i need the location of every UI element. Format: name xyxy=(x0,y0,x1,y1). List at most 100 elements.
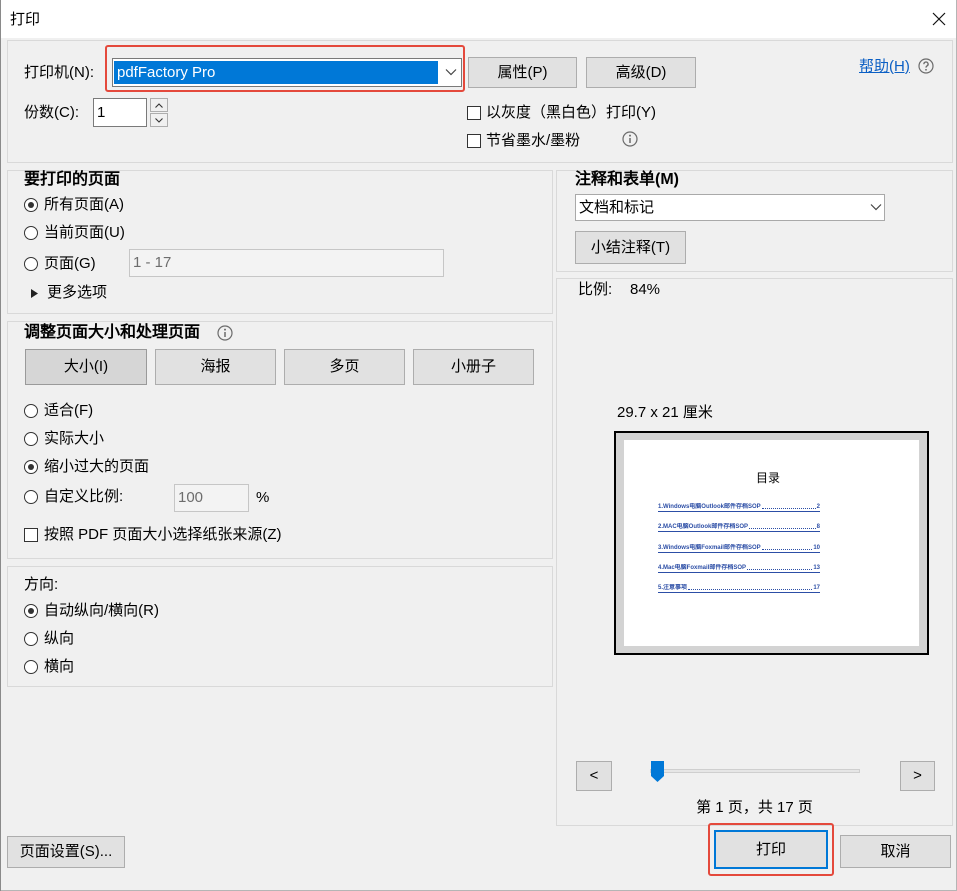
all-pages-label: 所有页面(A) xyxy=(44,196,124,213)
copies-increment-button[interactable] xyxy=(150,98,168,112)
copies-label: 份数(C): xyxy=(24,104,79,121)
toc-entry: 2.MAC电脑Outlook邮件存档SOP 8 xyxy=(658,523,820,532)
toc-entry: 1.Windows电脑Outlook邮件存档SOP 2 xyxy=(658,503,820,512)
toc-leader xyxy=(747,569,813,570)
advanced-button[interactable]: 高级(D) xyxy=(586,57,696,88)
shrink-oversized-option[interactable]: 缩小过大的页面 xyxy=(24,457,149,477)
copies-spinner xyxy=(150,98,168,127)
landscape-option[interactable]: 横向 xyxy=(24,657,74,677)
fit-label: 适合(F) xyxy=(44,402,94,419)
all-pages-option[interactable]: 所有页面(A) xyxy=(24,195,124,215)
orientation-panel: 方向: 自动纵向/横向(R) 纵向 横向 xyxy=(7,566,553,687)
all-pages-radio[interactable] xyxy=(24,198,38,212)
fit-option[interactable]: 适合(F) xyxy=(24,401,93,421)
page-range-radio[interactable] xyxy=(24,257,38,271)
booklet-tab-button[interactable]: 小册子 xyxy=(413,349,534,385)
comments-forms-panel: 注释和表单(M) 文档和标记 小结注释(T) xyxy=(556,170,953,272)
close-button[interactable] xyxy=(920,0,957,38)
copies-input[interactable]: 1 xyxy=(93,98,147,127)
close-icon xyxy=(932,12,946,26)
chevron-down-icon xyxy=(870,204,882,211)
portrait-option[interactable]: 纵向 xyxy=(24,629,74,649)
toc-entry-title: 1.Windows电脑Outlook邮件存档SOP xyxy=(658,504,761,510)
current-page-radio[interactable] xyxy=(24,226,38,240)
toc-leader xyxy=(761,508,816,509)
page-range-option[interactable]: 页面(G) xyxy=(24,254,96,274)
current-page-label: 当前页面(U) xyxy=(44,224,125,241)
toc-leader xyxy=(749,528,816,529)
page-setup-button[interactable]: 页面设置(S)... xyxy=(7,836,125,868)
triangle-right-icon xyxy=(31,288,38,298)
info-icon[interactable] xyxy=(622,131,638,147)
paper-size: 29.7 x 21 厘米 xyxy=(617,404,713,421)
cancel-button[interactable]: 取消 xyxy=(840,835,951,868)
preview-heading: 目录 xyxy=(756,471,781,485)
next-page-button[interactable]: > xyxy=(900,761,935,791)
highlight-box-printer xyxy=(105,45,465,92)
actual-size-option[interactable]: 实际大小 xyxy=(24,429,104,449)
comments-forms-select[interactable]: 文档和标记 xyxy=(575,194,885,221)
title-bar: 打印 xyxy=(1,0,956,38)
multiple-tab-button[interactable]: 多页 xyxy=(284,349,405,385)
grayscale-checkbox[interactable] xyxy=(467,106,481,120)
auto-orientation-radio[interactable] xyxy=(24,604,38,618)
poster-tab-button[interactable]: 海报 xyxy=(155,349,276,385)
spin-down-icon xyxy=(155,117,163,123)
grayscale-label: 以灰度（黑白色）打印(Y) xyxy=(486,104,656,121)
toc-entry-page: 17 xyxy=(813,585,820,591)
window-title: 打印 xyxy=(10,11,41,28)
fit-radio[interactable] xyxy=(24,404,38,418)
toc-entry-page: 2 xyxy=(816,504,820,510)
toc-leader xyxy=(688,589,813,590)
more-options-label: 更多选项 xyxy=(47,284,108,301)
preview-panel: 比例: 84% 29.7 x 21 厘米 目录 1.Windows电脑Outlo… xyxy=(556,278,953,826)
page-slider-track[interactable] xyxy=(650,769,860,773)
printer-label: 打印机(N): xyxy=(24,64,94,81)
comments-forms-title: 注释和表单(M) xyxy=(575,171,679,188)
slider-thumb-icon[interactable] xyxy=(651,761,664,782)
help-circle-icon[interactable] xyxy=(918,58,934,74)
copies-decrement-button[interactable] xyxy=(150,113,168,127)
toc-entry: 3.Windows电脑Foxmail邮件存档SOP 10 xyxy=(658,544,820,553)
save-ink-option[interactable]: 节省墨水/墨粉 xyxy=(467,131,580,151)
custom-scale-option[interactable]: 自定义比例: xyxy=(24,487,123,507)
properties-button[interactable]: 属性(P) xyxy=(468,57,577,88)
size-tab-button[interactable]: 大小(I) xyxy=(25,349,147,385)
actual-size-label: 实际大小 xyxy=(44,430,105,447)
auto-orientation-label: 自动纵向/横向(R) xyxy=(44,602,159,619)
save-ink-checkbox[interactable] xyxy=(467,134,481,148)
help-link[interactable]: 帮助(H) xyxy=(859,57,910,77)
shrink-oversized-radio[interactable] xyxy=(24,460,38,474)
page-indicator: 第 1 页，共 17 页 xyxy=(696,799,813,816)
page-range-input[interactable]: 1 - 17 xyxy=(129,249,444,277)
info-icon[interactable] xyxy=(217,325,233,341)
toc-entry: 5.注意事项 17 xyxy=(658,584,820,593)
scale-value: 84% xyxy=(630,281,661,298)
comments-forms-selected-value: 文档和标记 xyxy=(579,198,655,216)
grayscale-option[interactable]: 以灰度（黑白色）打印(Y) xyxy=(467,103,656,123)
more-options-toggle[interactable]: 更多选项 xyxy=(31,283,107,303)
toc-entry-title: 4.Mac电脑Foxmail邮件存档SOP xyxy=(658,565,747,571)
shrink-oversized-label: 缩小过大的页面 xyxy=(44,458,150,475)
page-sizing-title: 调整页面大小和处理页面 xyxy=(24,324,201,341)
custom-scale-radio[interactable] xyxy=(24,490,38,504)
landscape-label: 横向 xyxy=(44,658,75,675)
portrait-radio[interactable] xyxy=(24,632,38,646)
landscape-radio[interactable] xyxy=(24,660,38,674)
pages-to-print-title: 要打印的页面 xyxy=(24,171,121,188)
paper-source-option[interactable]: 按照 PDF 页面大小选择纸张来源(Z) xyxy=(24,525,282,545)
previous-page-button[interactable]: < xyxy=(576,761,612,791)
page-range-label: 页面(G) xyxy=(44,255,96,272)
auto-orientation-option[interactable]: 自动纵向/横向(R) xyxy=(24,601,159,621)
toc-leader xyxy=(761,549,813,550)
summarize-comments-button[interactable]: 小结注释(T) xyxy=(575,231,686,264)
paper-source-checkbox[interactable] xyxy=(24,528,38,542)
custom-scale-input[interactable]: 100 xyxy=(174,484,249,512)
current-page-option[interactable]: 当前页面(U) xyxy=(24,223,125,243)
print-dialog: 打印 打印机(N): pdfFactory Pro 属性(P) 高级(D) 帮助… xyxy=(0,0,957,891)
highlight-box-print xyxy=(708,823,834,876)
actual-size-radio[interactable] xyxy=(24,432,38,446)
spin-up-icon xyxy=(155,102,163,108)
toc-entry: 4.Mac电脑Foxmail邮件存档SOP 13 xyxy=(658,564,820,573)
paper-source-label: 按照 PDF 页面大小选择纸张来源(Z) xyxy=(44,526,282,543)
